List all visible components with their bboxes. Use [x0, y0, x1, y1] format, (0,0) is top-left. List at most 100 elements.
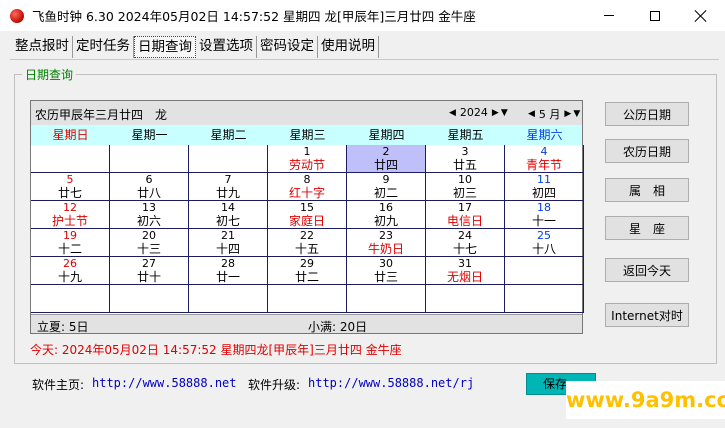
lunar-day: 廿二 — [294, 270, 319, 284]
next-year-icon[interactable]: ▶ — [491, 107, 500, 119]
day-cell[interactable]: 26 十九 — [31, 257, 110, 285]
day-cell[interactable]: 23 牛奶日 — [347, 229, 426, 257]
day-cell[interactable]: 18 十一 — [505, 201, 584, 229]
day-cell[interactable]: 27 廿十 — [110, 257, 189, 285]
day-number: 23 — [379, 229, 393, 242]
prev-month-icon[interactable]: ◀ — [527, 108, 536, 120]
day-number: 19 — [63, 229, 77, 242]
day-cell[interactable]: 14 初七 — [189, 201, 268, 229]
year-dropdown-icon[interactable]: ▼ — [500, 107, 509, 119]
lunar-title: 农历甲辰年三月廿四 龙 — [35, 108, 168, 122]
constellation-button[interactable]: 星 座 — [605, 216, 689, 240]
day-cell[interactable]: 13 初六 — [110, 201, 189, 229]
watermark: www.9a9m.com — [566, 381, 725, 419]
empty-day-cell — [426, 285, 505, 313]
day-cell[interactable]: 3 廿五 — [426, 145, 505, 173]
festival-label: 电信日 — [446, 214, 483, 228]
empty-day-cell — [189, 145, 268, 173]
year-value: 2024 — [459, 106, 488, 119]
lunar-day: 十五 — [294, 242, 319, 256]
minimize-button[interactable] — [586, 0, 632, 31]
solar-term-left: 立夏: 5日 — [37, 320, 89, 334]
calendar-header: 农历甲辰年三月廿四 龙 ◀ 2024 ▶ ▼ ◀ 5 月 ▶ ▼ — [31, 101, 582, 125]
day-cell[interactable]: 4 青年节 — [505, 145, 584, 173]
day-cell[interactable]: 30 廿三 — [347, 257, 426, 285]
day-number: 7 — [224, 173, 232, 186]
weekday-header: 星期四 — [368, 128, 405, 142]
weekday-row: 星期日 星期一 星期二 星期三 星期四 星期五 星期六 — [31, 125, 582, 145]
day-number: 12 — [63, 201, 77, 214]
minimize-icon — [604, 15, 614, 16]
day-number: 10 — [458, 173, 472, 186]
day-cell[interactable]: 12 护士节 — [31, 201, 110, 229]
lunar-day: 十一 — [531, 214, 556, 228]
day-cell[interactable]: 15 家庭日 — [268, 201, 347, 229]
festival-label: 护士节 — [51, 214, 88, 228]
day-cell[interactable]: 16 初九 — [347, 201, 426, 229]
empty-day-cell — [31, 145, 110, 173]
day-cell[interactable]: 6 廿八 — [110, 173, 189, 201]
day-cell[interactable]: 25 十八 — [505, 229, 584, 257]
tab-date-query[interactable]: 日期查询 — [134, 36, 196, 58]
tab-hourly-chime[interactable]: 整点报时 — [12, 36, 73, 58]
maximize-icon — [650, 10, 660, 21]
day-cell[interactable]: 21 十四 — [189, 229, 268, 257]
empty-day-cell — [189, 285, 268, 313]
gregorian-date-button[interactable]: 公历日期 — [605, 102, 689, 126]
day-cell[interactable]: 28 廿一 — [189, 257, 268, 285]
day-number: 14 — [221, 201, 235, 214]
day-cell[interactable]: 5 廿七 — [31, 173, 110, 201]
festival-label: 牛奶日 — [367, 242, 404, 256]
day-cell[interactable]: 10 初三 — [426, 173, 505, 201]
empty-day-cell — [505, 257, 584, 285]
lunar-day: 十四 — [215, 242, 240, 256]
solar-terms-bar: 立夏: 5日 小满: 20日 — [31, 314, 582, 334]
close-button[interactable] — [678, 0, 724, 31]
next-month-icon[interactable]: ▶ — [563, 108, 572, 120]
day-cell[interactable]: 2 廿四 — [347, 145, 426, 173]
day-cell[interactable]: 11 初四 — [505, 173, 584, 201]
day-number: 17 — [458, 201, 472, 214]
prev-year-icon[interactable]: ◀ — [448, 107, 457, 119]
lunar-day: 廿五 — [452, 158, 477, 172]
lunar-day: 廿四 — [373, 158, 398, 172]
day-number: 31 — [458, 257, 472, 270]
day-cell[interactable]: 19 十二 — [31, 229, 110, 257]
tab-scheduled-tasks[interactable]: 定时任务 — [73, 36, 134, 58]
tab-password[interactable]: 密码设定 — [257, 36, 318, 58]
weekday-header: 星期日 — [52, 128, 89, 142]
lunar-date-button[interactable]: 农历日期 — [605, 139, 689, 163]
zodiac-animal-button[interactable]: 属 相 — [605, 178, 689, 202]
lunar-day: 初六 — [136, 214, 161, 228]
internet-time-sync-button[interactable]: Internet对时 — [605, 303, 689, 327]
month-dropdown-icon[interactable]: ▼ — [572, 108, 581, 120]
upgrade-link[interactable]: http://www.58888.net/rj — [308, 376, 474, 390]
day-number: 26 — [63, 257, 77, 270]
group-title: 日期查询 — [22, 66, 77, 83]
lunar-day: 初三 — [452, 186, 477, 200]
tab-help[interactable]: 使用说明 — [318, 36, 379, 58]
day-cell[interactable]: 1 劳动节 — [268, 145, 347, 173]
calendar: 农历甲辰年三月廿四 龙 ◀ 2024 ▶ ▼ ◀ 5 月 ▶ ▼ 星期日 星期一星… — [30, 100, 584, 334]
day-cell[interactable]: 7 廿九 — [189, 173, 268, 201]
tab-settings[interactable]: 设置选项 — [196, 36, 257, 58]
day-cell[interactable]: 24 十七 — [426, 229, 505, 257]
day-cell[interactable]: 31 无烟日 — [426, 257, 505, 285]
festival-label: 家庭日 — [288, 214, 325, 228]
day-cell[interactable]: 17 电信日 — [426, 201, 505, 229]
empty-day-cell — [268, 285, 347, 313]
maximize-button[interactable] — [632, 0, 678, 31]
day-cell[interactable]: 29 廿二 — [268, 257, 347, 285]
day-number: 20 — [142, 229, 156, 242]
day-number: 28 — [221, 257, 235, 270]
day-number: 3 — [461, 145, 469, 158]
homepage-link[interactable]: http://www.58888.net — [92, 376, 237, 390]
today-info: 今天: 2024年05月02日 14:57:52 星期四龙[甲辰年]三月廿四 金… — [30, 343, 402, 357]
day-cell[interactable]: 22 十五 — [268, 229, 347, 257]
day-cell[interactable]: 20 十三 — [110, 229, 189, 257]
day-cell[interactable]: 8 红十字 — [268, 173, 347, 201]
day-cell[interactable]: 9 初二 — [347, 173, 426, 201]
solar-term-right: 小满: 20日 — [308, 320, 368, 334]
weekday-header: 星期五 — [447, 128, 484, 142]
back-to-today-button[interactable]: 返回今天 — [605, 258, 689, 282]
